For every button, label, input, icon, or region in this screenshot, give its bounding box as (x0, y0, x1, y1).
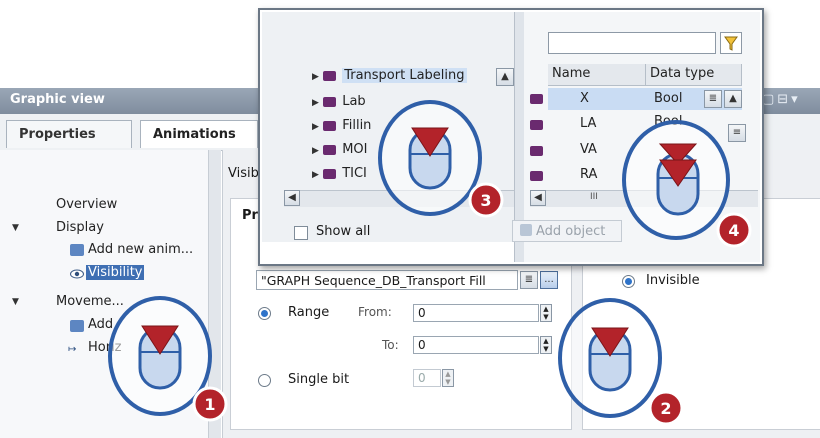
panel-heading: Visib (228, 166, 259, 181)
tree-item-display[interactable]: Display (56, 220, 104, 235)
popup-tree-item[interactable]: ▶ Lab (312, 94, 366, 109)
callout-number: 1 (204, 395, 215, 414)
expand-icon[interactable]: ▶ (312, 98, 319, 108)
list-scroll-up[interactable]: ▲ (724, 90, 742, 108)
to-input[interactable]: 0 (413, 336, 539, 354)
db-icon (323, 168, 337, 179)
row-name[interactable]: VA (576, 140, 601, 159)
row-name[interactable]: RA (576, 165, 601, 184)
column-header-type[interactable]: Data type (646, 64, 742, 86)
db-icon (323, 70, 337, 81)
db-icon (323, 96, 337, 107)
collapse-icon[interactable]: ▼ (12, 297, 19, 307)
scroll-up-button[interactable]: ▲ (496, 68, 514, 86)
tag-input[interactable]: "GRAPH Sequence_DB_Transport Fill (256, 270, 518, 290)
tree-item-visibility[interactable]: Visibility (86, 265, 145, 280)
expand-icon[interactable]: ▶ (312, 122, 319, 132)
popup-tree-item[interactable]: ▶ Fillin (312, 118, 371, 133)
mouse-cursor-callout-1: 1 (108, 296, 228, 422)
row-name: X (580, 91, 589, 106)
to-label: To: (382, 338, 399, 352)
tree-item-overview[interactable]: Overview (56, 197, 117, 212)
popup-tree-label: MOI (342, 142, 368, 157)
scroll-left-button[interactable]: ◀ (284, 190, 300, 206)
add-object-icon (520, 224, 532, 236)
tree-item-add-new-animation[interactable]: Add new anim... (88, 242, 193, 257)
popup-tree-label: Lab (342, 94, 366, 109)
popup-tree-item[interactable]: ▶ MOI (312, 142, 368, 157)
expand-icon[interactable]: ▶ (312, 72, 319, 82)
mouse-cursor-callout-3: 3 (378, 100, 504, 218)
invisible-radio[interactable] (622, 275, 635, 288)
mouse-cursor-callout-4: 4 (622, 120, 752, 248)
filter-input[interactable] (548, 32, 716, 54)
row-type: Bool (654, 91, 683, 106)
column-header-name[interactable]: Name (548, 64, 646, 86)
add-animation-icon (70, 244, 84, 256)
range-radio[interactable] (258, 307, 271, 320)
process-heading: Pr (242, 208, 258, 223)
single-bit-input[interactable]: 0 (413, 369, 441, 387)
from-label: From: (358, 305, 392, 319)
tab-animations[interactable]: Animations (140, 120, 258, 148)
tag-icon (530, 171, 543, 181)
row-name[interactable]: LA (576, 114, 600, 133)
popup-tree-label: TICI (342, 166, 367, 181)
list-scroll-left[interactable]: ◀ (530, 190, 546, 206)
filter-icon[interactable] (720, 32, 742, 54)
tab-properties[interactable]: Properties (6, 120, 132, 148)
window-title: Graphic view (10, 92, 105, 107)
browse-button[interactable]: ... (540, 271, 558, 289)
tag-icon (530, 94, 543, 104)
eye-icon (70, 268, 84, 279)
popup-tree-item[interactable]: ▶ TICI (312, 166, 367, 181)
collapse-icon[interactable]: ▼ (12, 223, 19, 233)
tag-list-button[interactable]: ≣ (520, 271, 538, 289)
add-movement-icon (70, 320, 84, 332)
db-icon (323, 120, 337, 131)
expand-icon[interactable]: ▶ (312, 146, 319, 156)
db-icon (323, 144, 337, 155)
popup-tree-label: Transport Labeling (342, 68, 467, 83)
popup-tree-label: Fillin (342, 118, 372, 133)
window-controls[interactable]: ▢⊟▾ (762, 92, 801, 107)
tag-icon (530, 146, 543, 156)
tag-icon (530, 120, 543, 130)
range-label: Range (288, 305, 330, 320)
expand-icon[interactable]: ▶ (312, 170, 319, 180)
show-all-checkbox[interactable] (294, 226, 308, 240)
callout-number: 3 (480, 191, 491, 210)
callout-number: 4 (728, 221, 739, 240)
single-bit-radio[interactable] (258, 374, 271, 387)
add-object-label: Add object (536, 224, 606, 239)
type-list-button[interactable]: ≣ (704, 90, 722, 108)
mouse-cursor-callout-2: 2 (558, 298, 684, 426)
invisible-label: Invisible (646, 273, 700, 288)
scroll-thumb[interactable]: III (590, 192, 598, 202)
single-bit-label: Single bit (288, 372, 350, 387)
single-bit-spinner[interactable]: ▲ ▼ (442, 369, 454, 387)
from-input[interactable]: 0 (413, 304, 539, 322)
horizontal-move-icon: ↦ (68, 344, 77, 355)
callout-number: 2 (660, 399, 671, 418)
show-all-label: Show all (316, 224, 371, 239)
popup-tree-item[interactable]: ▶ Transport Labeling (312, 68, 467, 83)
